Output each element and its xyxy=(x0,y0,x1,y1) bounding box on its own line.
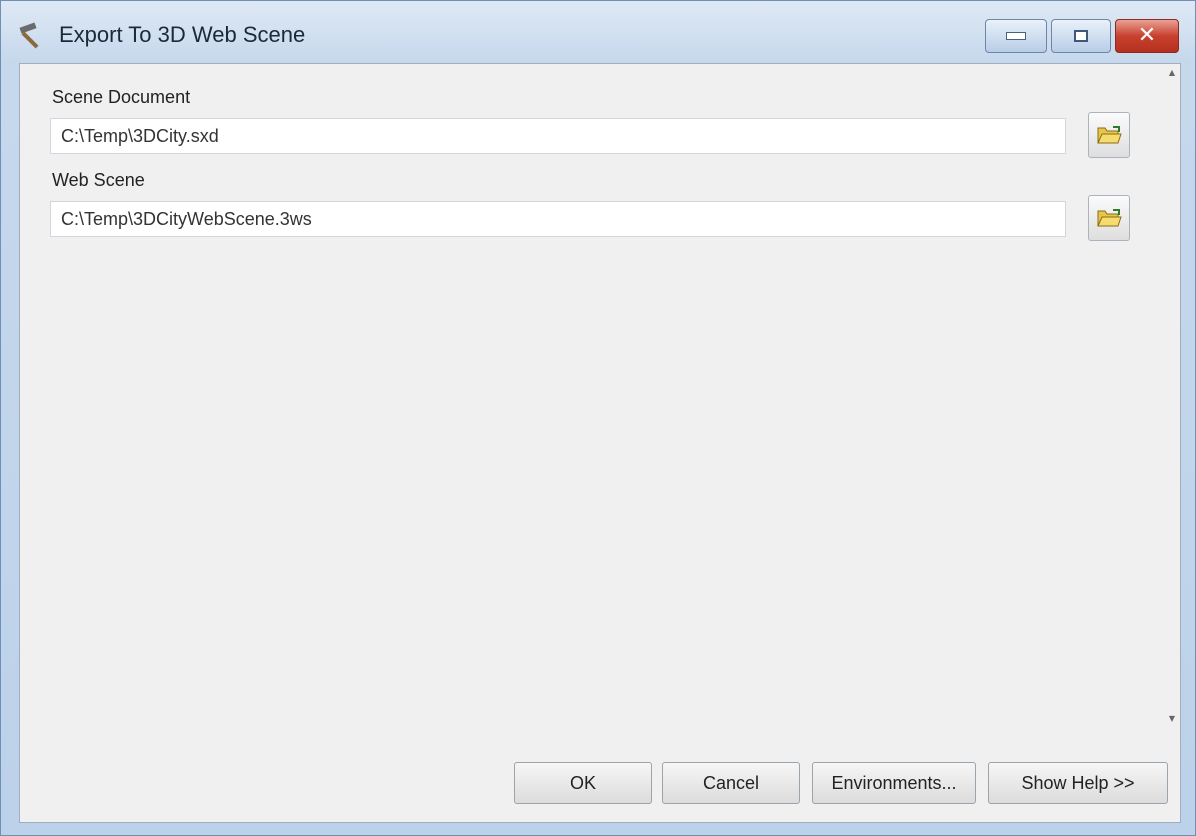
environments-button[interactable]: Environments... xyxy=(812,762,976,804)
minimize-icon xyxy=(1006,32,1026,40)
scene-document-label: Scene Document xyxy=(52,87,191,107)
close-icon: ✕ xyxy=(1137,23,1157,48)
scroll-down-arrow-icon[interactable]: ▼ xyxy=(1164,714,1180,730)
dialog-window: Export To 3D Web Scene ✕ Scene Document … xyxy=(0,0,1196,836)
scroll-up-arrow-icon[interactable]: ▲ xyxy=(1164,68,1180,84)
scene-document-browse-button[interactable] xyxy=(1088,112,1130,158)
cancel-button[interactable]: Cancel xyxy=(662,762,800,804)
web-scene-input[interactable] xyxy=(50,201,1066,237)
minimize-button[interactable] xyxy=(985,19,1047,53)
vertical-scrollbar[interactable]: ▲ ▼ xyxy=(1164,64,1180,744)
window-title: Export To 3D Web Scene xyxy=(59,22,306,47)
close-button[interactable]: ✕ xyxy=(1115,19,1179,53)
web-scene-label: Web Scene xyxy=(52,170,145,190)
maximize-icon xyxy=(1074,30,1088,42)
web-scene-browse-button[interactable] xyxy=(1088,195,1130,241)
hammer-tool-icon xyxy=(19,22,39,49)
scene-document-input[interactable] xyxy=(50,118,1066,154)
dialog-content: Scene Document Web Scene ▲ ▼ OK Canc xyxy=(19,63,1181,823)
title-bar[interactable]: Export To 3D Web Scene ✕ xyxy=(1,1,1196,63)
ok-button[interactable]: OK xyxy=(514,762,652,804)
show-help-button[interactable]: Show Help >> xyxy=(988,762,1168,804)
folder-open-icon xyxy=(1097,126,1122,144)
folder-open-icon xyxy=(1097,209,1122,227)
maximize-button[interactable] xyxy=(1051,19,1111,53)
